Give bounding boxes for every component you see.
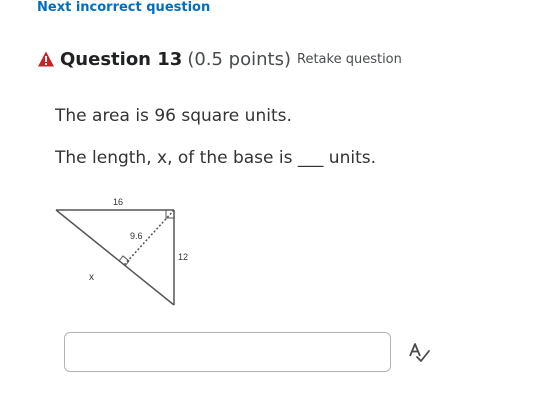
label-9-6: 9.6 [130, 231, 143, 241]
next-incorrect-question-link[interactable]: Next incorrect question [37, 0, 210, 16]
question-title: Question 13 [60, 48, 183, 70]
answer-input[interactable] [64, 332, 391, 372]
retake-question-label: Retake question [297, 51, 402, 67]
question-points: (0.5 points) [187, 48, 291, 70]
triangle-figure: 16 9.6 12 x [55, 197, 188, 306]
question-text-line-2: The length, x, of the base is ___ units. [55, 148, 376, 168]
triangle-outline [55, 209, 175, 306]
question-text-line-1: The area is 96 square units. [55, 106, 292, 126]
question-header: Question 13 (0.5 points) Retake question [37, 46, 402, 72]
warning-triangle-icon [38, 51, 54, 67]
label-16: 16 [113, 197, 123, 207]
spellcheck-icon[interactable] [407, 340, 431, 364]
label-12: 12 [178, 252, 188, 262]
label-x: x [89, 272, 94, 283]
